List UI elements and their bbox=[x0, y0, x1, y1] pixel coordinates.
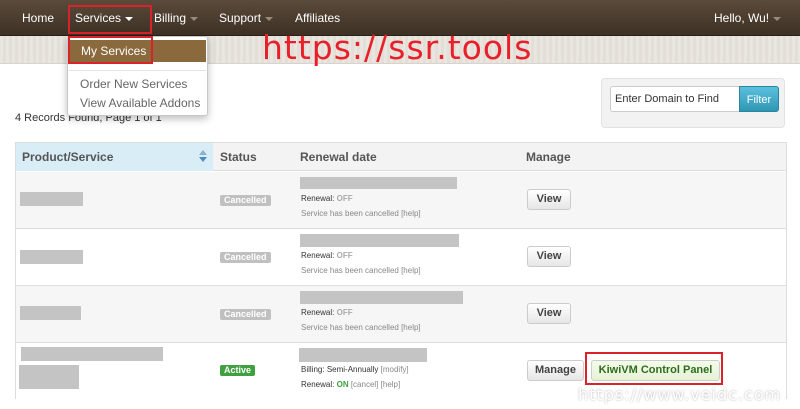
table-row: Cancelled Renewal: OFF Service has been … bbox=[16, 286, 786, 343]
renewal-value: OFF bbox=[336, 308, 353, 317]
column-header-product-label: Product/Service bbox=[22, 150, 114, 164]
chevron-down-icon bbox=[265, 16, 274, 21]
watermark-text: https://ssr.tools bbox=[262, 28, 533, 67]
renewal-value: ON bbox=[336, 380, 349, 389]
renewal-status: Renewal: OFF bbox=[301, 251, 353, 260]
cancel-note: Service has been cancelled [help] bbox=[301, 209, 421, 218]
table-row: Cancelled Renewal: OFF Service has been … bbox=[16, 172, 786, 229]
filter-panel: Enter Domain to Find Filter bbox=[601, 78, 785, 128]
cancel-note-text: Service has been cancelled bbox=[301, 266, 399, 275]
chevron-down-icon bbox=[125, 16, 134, 21]
menu-item-order-new-services[interactable]: Order New Services bbox=[80, 77, 187, 91]
cancel-note-text: Service has been cancelled bbox=[301, 323, 399, 332]
user-greeting: Hello, Wu! bbox=[714, 11, 770, 25]
menu-divider bbox=[69, 70, 206, 71]
kiwivm-control-panel-button[interactable]: KiwiVM Control Panel bbox=[591, 360, 720, 381]
services-table: Product/Service Status Renewal date Mana… bbox=[15, 142, 787, 399]
status-badge: Cancelled bbox=[220, 309, 271, 320]
nav-services[interactable]: Services bbox=[75, 0, 134, 36]
status-badge: Cancelled bbox=[220, 195, 271, 206]
redacted-product-name bbox=[21, 347, 163, 361]
manage-button[interactable]: Manage bbox=[527, 360, 584, 381]
view-button[interactable]: View bbox=[527, 246, 571, 267]
help-link[interactable]: [help] bbox=[381, 380, 401, 389]
services-dropdown-menu: My Services Order New Services View Avai… bbox=[67, 36, 208, 116]
redacted-renewal-date bbox=[300, 234, 459, 247]
renewal-value: OFF bbox=[336, 194, 353, 203]
nav-support-label: Support bbox=[219, 11, 262, 25]
redacted-renewal-date bbox=[300, 177, 457, 189]
renewal-value: OFF bbox=[336, 251, 353, 260]
menu-item-my-services[interactable]: My Services bbox=[69, 40, 206, 62]
column-header-manage: Manage bbox=[526, 150, 571, 164]
renewal-label: Renewal: bbox=[301, 308, 335, 317]
billing-label: Billing: bbox=[301, 365, 325, 374]
chevron-down-icon bbox=[773, 16, 782, 21]
status-badge: Cancelled bbox=[220, 252, 271, 263]
redacted-product-name bbox=[20, 306, 81, 320]
redacted-product-detail bbox=[19, 365, 79, 389]
help-link[interactable]: [help] bbox=[401, 266, 421, 275]
billing-cycle: Billing: Semi-Annually [modify] bbox=[301, 365, 409, 374]
cancel-link[interactable]: [cancel] bbox=[351, 380, 379, 389]
domain-filter-input[interactable]: Enter Domain to Find bbox=[610, 86, 739, 112]
billing-value: Semi-Annually bbox=[326, 365, 379, 374]
cancel-note: Service has been cancelled [help] bbox=[301, 266, 421, 275]
watermark-text-bottom: https://www.veidc.com bbox=[578, 385, 782, 404]
nav-billing[interactable]: Billing bbox=[154, 0, 199, 36]
nav-home[interactable]: Home bbox=[22, 0, 54, 36]
renewal-status: Renewal: ON [cancel] [help] bbox=[301, 380, 400, 389]
modify-link[interactable]: [modify] bbox=[381, 365, 409, 374]
renewal-label: Renewal: bbox=[301, 194, 335, 203]
menu-item-view-addons[interactable]: View Available Addons bbox=[80, 96, 200, 110]
cancel-note-text: Service has been cancelled bbox=[301, 209, 399, 218]
nav-billing-label: Billing bbox=[154, 11, 187, 25]
view-button[interactable]: View bbox=[527, 303, 571, 324]
renewal-label: Renewal: bbox=[301, 380, 335, 389]
redacted-renewal-date bbox=[300, 291, 463, 304]
filter-button[interactable]: Filter bbox=[739, 86, 779, 112]
nav-user-menu[interactable]: Hello, Wu! bbox=[714, 0, 782, 36]
column-header-status[interactable]: Status bbox=[220, 143, 257, 171]
cancel-note: Service has been cancelled [help] bbox=[301, 323, 421, 332]
redacted-product-name bbox=[20, 250, 83, 264]
view-button[interactable]: View bbox=[527, 189, 571, 210]
renewal-label: Renewal: bbox=[301, 251, 335, 260]
redacted-renewal-date bbox=[299, 348, 427, 362]
redacted-product-name bbox=[20, 192, 83, 206]
help-link[interactable]: [help] bbox=[401, 209, 421, 218]
nav-services-label: Services bbox=[75, 11, 122, 25]
table-row: Cancelled Renewal: OFF Service has been … bbox=[16, 229, 786, 286]
column-header-product[interactable]: Product/Service bbox=[16, 143, 213, 171]
chevron-down-icon bbox=[190, 16, 199, 21]
help-link[interactable]: [help] bbox=[401, 323, 421, 332]
table-header: Product/Service Status Renewal date Mana… bbox=[16, 143, 786, 171]
renewal-status: Renewal: OFF bbox=[301, 194, 353, 203]
column-header-renewal[interactable]: Renewal date bbox=[300, 143, 377, 171]
renewal-status: Renewal: OFF bbox=[301, 308, 353, 317]
status-badge: Active bbox=[220, 365, 256, 376]
sort-icon bbox=[199, 150, 207, 164]
